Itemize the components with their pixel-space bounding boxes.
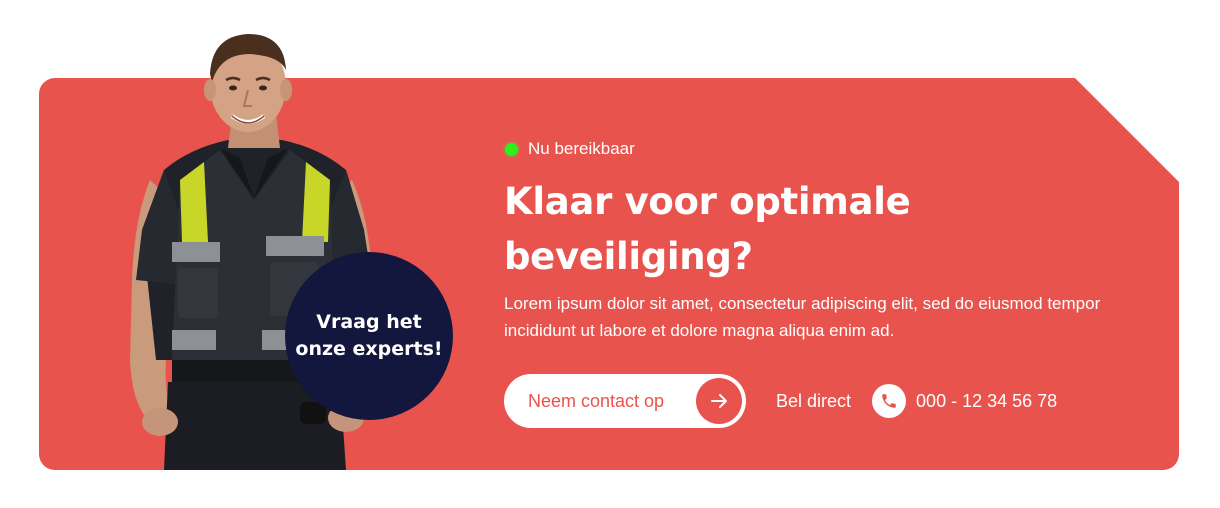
ask-experts-label: Vraag het onze experts! bbox=[295, 311, 443, 360]
cta-section: Vraag het onze experts! Nu bereikbaar Kl… bbox=[0, 0, 1220, 508]
contact-button[interactable]: Neem contact op bbox=[504, 374, 746, 428]
cta-description: Lorem ipsum dolor sit amet, consectetur … bbox=[504, 294, 1101, 340]
online-dot-icon bbox=[505, 142, 518, 156]
phone-number[interactable]: 000 - 12 34 56 78 bbox=[916, 391, 1057, 412]
cta-headline: Klaar voor optimale beveiliging? bbox=[504, 180, 911, 278]
phone-icon[interactable] bbox=[872, 384, 907, 418]
availability-status: Nu bereikbaar bbox=[504, 138, 1144, 160]
cta-actions: Neem contact op Bel direct 000 - 12 34 5… bbox=[504, 374, 1144, 428]
contact-button-label: Neem contact op bbox=[528, 390, 665, 411]
arrow-right-icon bbox=[696, 378, 742, 424]
ask-experts-badge[interactable]: Vraag het onze experts! bbox=[285, 252, 453, 420]
availability-label: Nu bereikbaar bbox=[528, 139, 635, 158]
call-direct-label[interactable]: Bel direct bbox=[776, 391, 851, 412]
cta-content: Nu bereikbaar Klaar voor optimale beveil… bbox=[504, 138, 1144, 428]
